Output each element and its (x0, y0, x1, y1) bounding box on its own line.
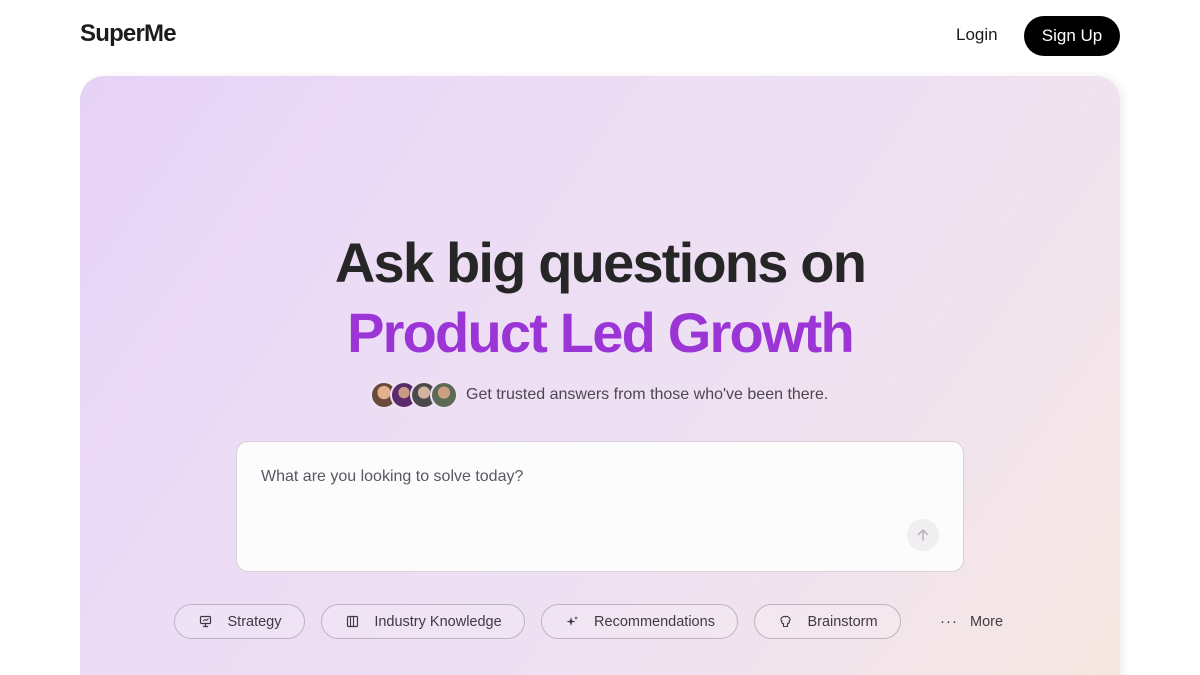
logo[interactable]: SuperMe (80, 20, 177, 48)
top-bar: SuperMe Login Sign Up (0, 0, 1200, 76)
chip-brainstorm[interactable]: Brainstorm (754, 604, 901, 639)
more-label: More (970, 613, 1004, 630)
ellipsis-icon: ··· (940, 613, 958, 630)
arrow-up-icon (917, 529, 929, 541)
login-link[interactable]: Login (944, 23, 1010, 47)
headline: Ask big questions on (334, 231, 867, 294)
more-button[interactable]: ··· More (940, 604, 1003, 639)
avatar (430, 381, 458, 409)
chip-label: Strategy (227, 613, 282, 630)
hero-panel (80, 76, 1120, 675)
avatar-group (370, 380, 462, 410)
brain-icon (777, 614, 793, 630)
ask-box (236, 441, 964, 572)
chip-label: Industry Knowledge (374, 613, 502, 630)
chip-industry-knowledge[interactable]: Industry Knowledge (321, 604, 525, 639)
presentation-icon (198, 614, 214, 630)
question-input[interactable] (261, 468, 921, 508)
send-button[interactable] (907, 519, 939, 551)
headline-topic: Product Led Growth (347, 301, 855, 364)
book-icon (344, 614, 360, 630)
chip-recommendations[interactable]: Recommendations (541, 604, 738, 639)
sign-up-button[interactable]: Sign Up (1024, 16, 1120, 56)
chip-label: Recommendations (594, 613, 715, 630)
chip-label: Brainstorm (807, 613, 878, 630)
sparkle-icon (564, 614, 580, 630)
trust-text: Get trusted answers from those who've be… (466, 386, 829, 403)
chip-strategy[interactable]: Strategy (174, 604, 305, 639)
trust-row: Get trusted answers from those who've be… (370, 380, 828, 410)
